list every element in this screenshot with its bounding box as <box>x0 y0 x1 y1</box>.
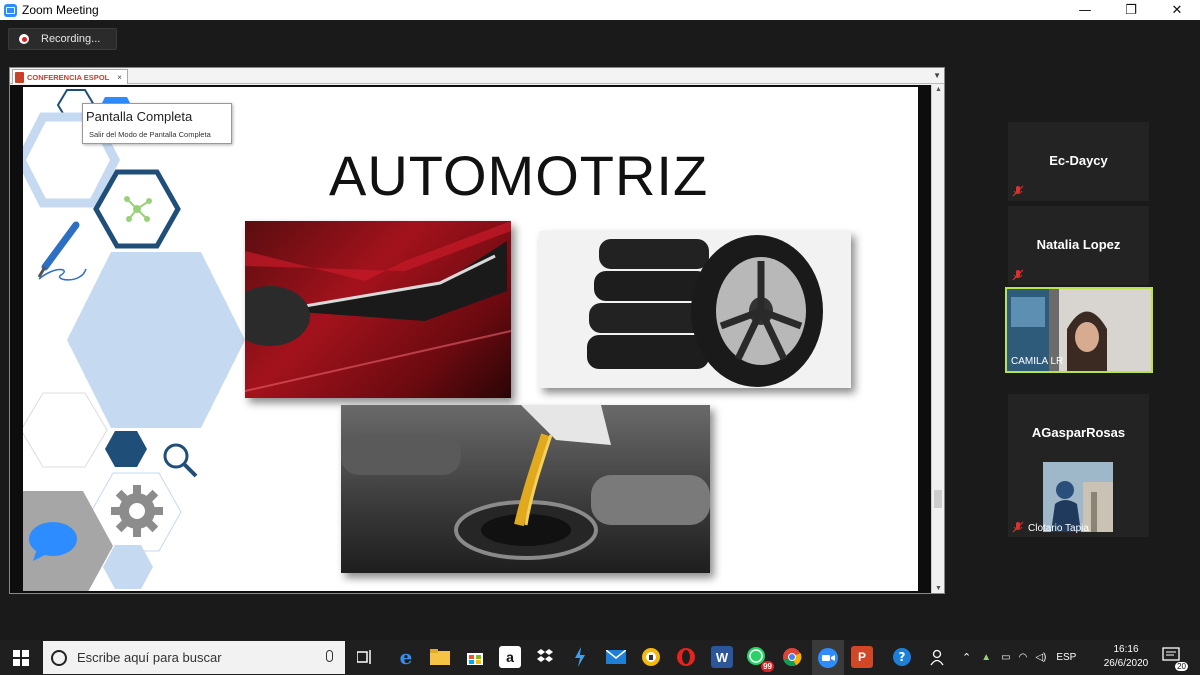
word-icon[interactable]: W <box>711 646 733 668</box>
pen-icon <box>37 221 87 281</box>
shared-screen: CONFERENCIA ESPOL × ▼ AUTOMOTRIZ ▲ ▼ <box>9 67 945 594</box>
mic-muted-icon <box>1012 521 1024 533</box>
presentation-tab[interactable]: CONFERENCIA ESPOL × <box>12 69 128 84</box>
window-controls: — ❐ ✕ <box>1062 0 1200 20</box>
cortana-icon <box>51 649 67 666</box>
people-icon[interactable] <box>928 646 950 668</box>
taskbar-clock[interactable]: 16:16 26/6/2020 <box>1100 643 1152 671</box>
restore-button[interactable]: ❐ <box>1108 0 1154 20</box>
svg-text:?: ? <box>899 650 906 664</box>
windows-logo-icon <box>13 649 29 666</box>
system-tray: ⌃ ▲ ▭ ◠ ◁) ESP <box>962 640 1076 675</box>
mic-muted-icon <box>1012 269 1024 281</box>
tab-close-icon[interactable]: × <box>117 73 122 82</box>
participant-name: Natalia Lopez <box>1036 237 1121 252</box>
window-titlebar: Zoom Meeting — ❐ ✕ <box>0 0 1200 20</box>
scroll-thumb[interactable] <box>934 490 942 508</box>
opera-icon[interactable] <box>675 646 697 668</box>
participant-name: Ec-Daycy <box>1049 153 1108 168</box>
edge-icon[interactable]: e <box>395 645 417 669</box>
magnifier-icon <box>163 443 198 478</box>
azure-icon[interactable] <box>569 646 591 668</box>
zoom-app-icon <box>4 3 17 17</box>
chat-bubble-icon <box>29 522 77 561</box>
file-explorer-icon[interactable] <box>429 646 451 668</box>
wifi-icon[interactable]: ◠ <box>1019 652 1028 663</box>
participant-name: CAMILA LR <box>1011 356 1064 367</box>
minimize-button[interactable]: — <box>1062 0 1108 20</box>
slide-scrollbar[interactable]: ▲ ▼ <box>931 85 944 593</box>
vpn-icon[interactable] <box>640 646 662 668</box>
start-button[interactable] <box>0 640 42 675</box>
taskbar-search-input[interactable]: Escribe aquí para buscar <box>43 641 345 674</box>
participant-tile[interactable]: Natalia Lopez <box>1008 206 1149 285</box>
notification-icon <box>1162 647 1180 661</box>
slide: AUTOMOTRIZ <box>23 87 918 591</box>
onedrive-icon[interactable]: ▲ <box>981 652 991 663</box>
tires-photo <box>539 231 851 388</box>
amazon-icon[interactable]: a <box>499 646 521 668</box>
recording-indicator[interactable]: Recording... <box>8 28 117 50</box>
microphone-icon[interactable] <box>326 650 333 662</box>
tooltip-title: Pantalla Completa <box>86 109 193 124</box>
battery-icon[interactable]: ▭ <box>1001 652 1010 663</box>
scroll-down-icon[interactable]: ▼ <box>932 585 945 592</box>
participant-tile[interactable]: Ec-Daycy <box>1008 122 1149 201</box>
presentation-tab-label: CONFERENCIA ESPOL <box>27 72 110 82</box>
participant-name: AGasparRosas <box>1031 425 1126 440</box>
whatsapp-icon[interactable]: 99 <box>746 646 774 672</box>
chevron-down-icon[interactable]: ▼ <box>933 71 941 80</box>
window-title: Zoom Meeting <box>22 3 99 17</box>
close-button[interactable]: ✕ <box>1154 0 1200 20</box>
chevron-up-icon[interactable]: ⌃ <box>962 651 971 664</box>
slide-viewport: AUTOMOTRIZ <box>10 85 931 593</box>
gear-icon <box>111 485 163 537</box>
car-photo <box>245 221 511 398</box>
participant-tile-active-speaker[interactable]: CAMILA LR <box>1005 287 1153 373</box>
store-icon[interactable] <box>464 646 486 668</box>
mail-icon[interactable] <box>605 646 627 668</box>
participant-tile[interactable]: Clotario Tapia <box>1008 458 1149 537</box>
clock-date: 26/6/2020 <box>1103 658 1149 669</box>
powerpoint-icon[interactable]: P <box>851 646 873 668</box>
engine-oil-photo <box>341 405 710 573</box>
dropbox-icon[interactable] <box>534 646 556 668</box>
scroll-up-icon[interactable]: ▲ <box>932 86 945 93</box>
slide-title: AUTOMOTRIZ <box>329 144 709 207</box>
mic-muted-icon <box>1012 185 1024 197</box>
chrome-icon[interactable] <box>781 646 803 668</box>
help-icon[interactable]: ? <box>891 646 913 668</box>
fullscreen-tooltip: Pantalla Completa Salir del Modo de Pant… <box>82 103 232 144</box>
participant-name: Clotario Tapia <box>1028 523 1089 534</box>
volume-icon[interactable]: ◁) <box>1035 652 1046 663</box>
presentation-tabbar: CONFERENCIA ESPOL × ▼ <box>10 68 944 84</box>
task-view-icon[interactable] <box>354 646 376 668</box>
zoom-icon[interactable] <box>812 640 844 675</box>
whatsapp-badge: 99 <box>761 661 774 672</box>
windows-taskbar: Escribe aquí para buscar e a W 99 P ? ⌃ … <box>0 640 1200 675</box>
powerpoint-doc-icon <box>15 71 24 83</box>
search-placeholder: Escribe aquí para buscar <box>77 650 222 665</box>
clock-time: 16:16 <box>1113 644 1139 655</box>
notification-count: 20 <box>1175 662 1188 671</box>
tooltip-subtitle: Salir del Modo de Pantalla Completa <box>89 130 211 139</box>
language-indicator[interactable]: ESP <box>1056 652 1076 663</box>
recording-label: Recording... <box>41 33 101 45</box>
action-center-button[interactable]: 20 <box>1162 647 1188 671</box>
record-icon <box>19 34 29 44</box>
avatar <box>1043 462 1113 532</box>
